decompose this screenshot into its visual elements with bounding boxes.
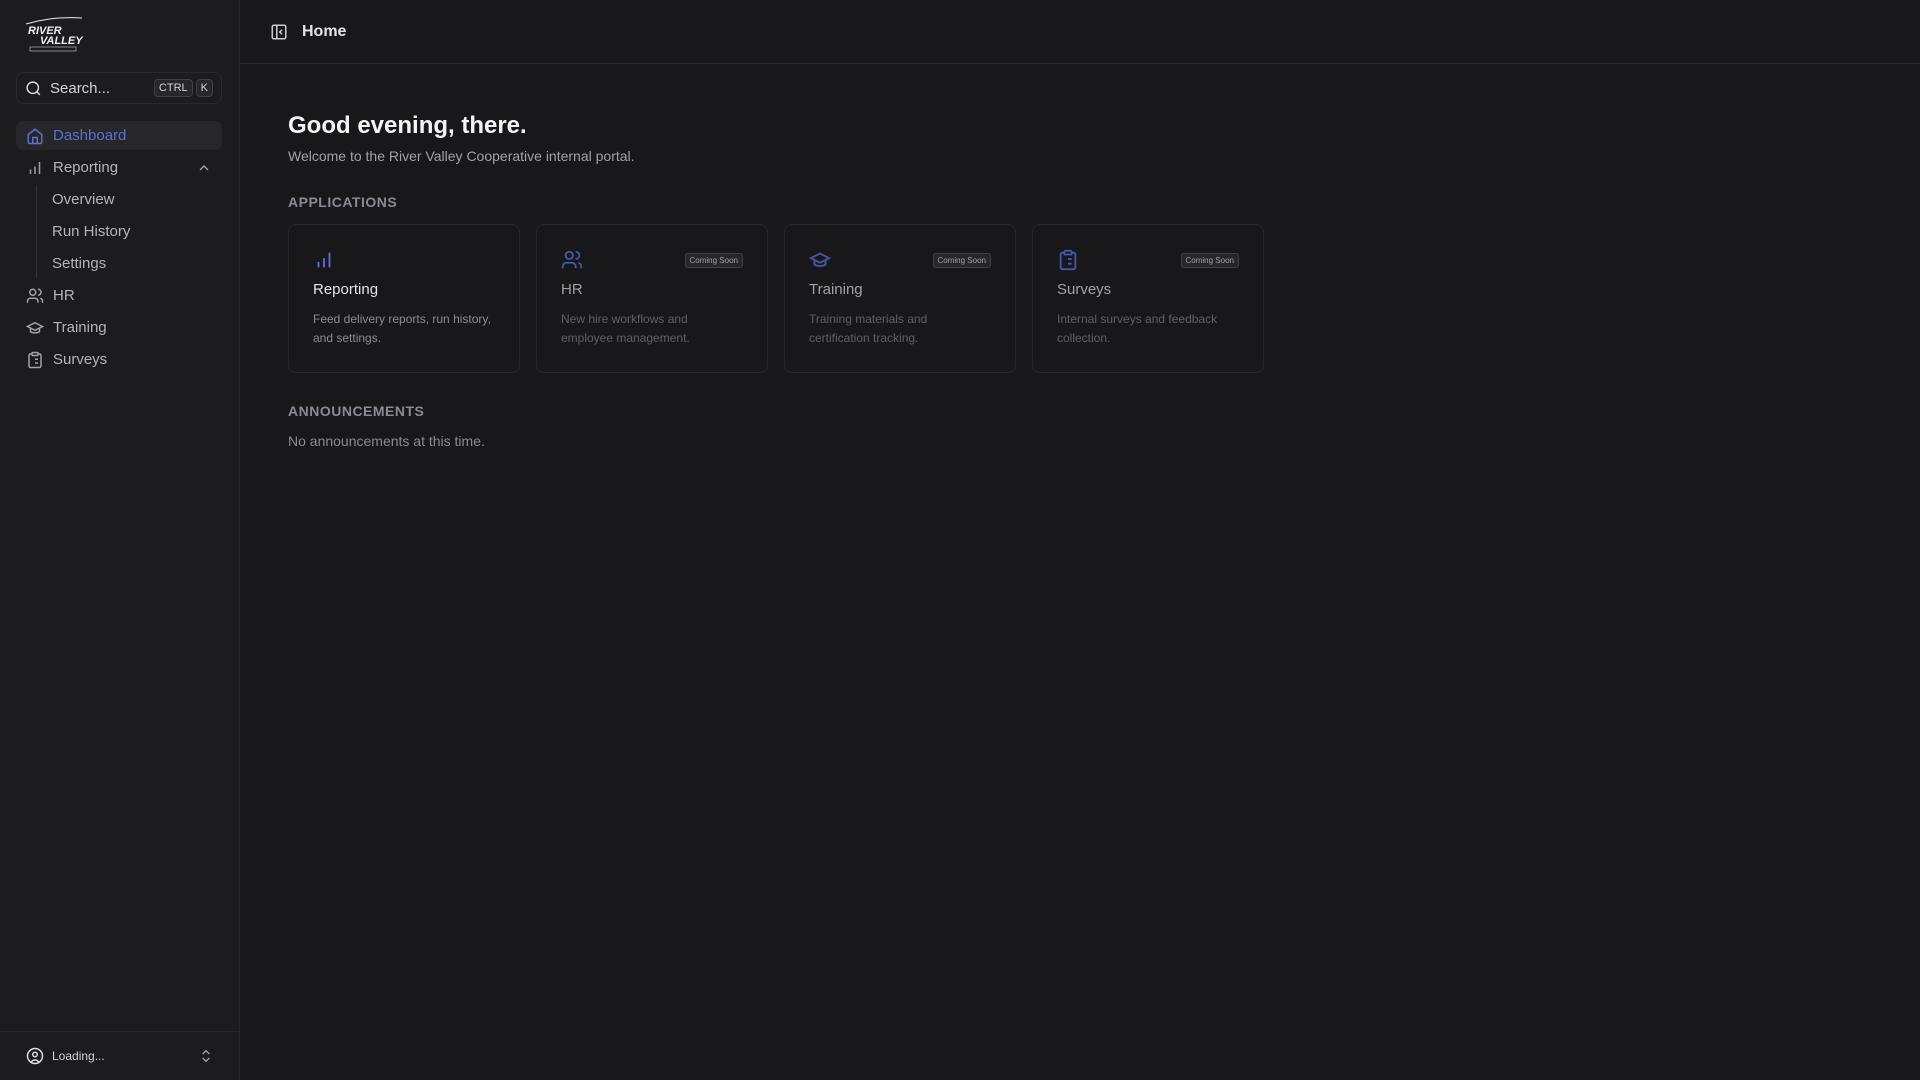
sidebar-item-label: Dashboard [53,127,127,144]
search-button[interactable]: Search... CTRL K [16,72,222,104]
coming-soon-badge: Coming Soon [932,253,991,268]
sidebar-item-label: Surveys [53,351,108,368]
ctrl-key: CTRL [153,79,193,97]
home-icon [27,127,43,144]
sidebar-item-training[interactable]: Training [16,313,222,342]
sidebar-item-surveys[interactable]: Surveys [16,345,222,374]
sidebar-nav: Dashboard Reporting Overview Run History… [16,121,222,377]
users-icon [26,288,44,303]
applications-grid: Reporting Feed delivery reports, run his… [288,224,1264,373]
app-card-description: New hire workflows and employee manageme… [561,312,690,345]
sidebar-item-label: HR [53,287,75,304]
sidebar-item-reporting[interactable]: Reporting [16,153,222,182]
graduation-cap-icon [26,321,44,334]
users-icon [561,250,583,269]
app-card-surveys: Coming Soon Surveys Internal surveys and… [1032,224,1264,373]
announcements-heading: ANNOUNCEMENTS [288,403,425,419]
user-menu[interactable]: Loading... [0,1031,240,1080]
sidebar-item-overview[interactable]: Overview [52,185,222,214]
sidebar-item-label: Run History [52,223,131,240]
page-title: Home [302,22,347,40]
sidebar-item-label: Reporting [53,159,119,176]
river-valley-logo[interactable]: RIVER VALLEY [22,12,86,52]
sidebar-item-run-history[interactable]: Run History [52,217,222,246]
graduation-cap-icon [809,252,831,267]
app-card-title: HR [561,281,583,298]
sidebar-toggle-icon[interactable] [270,23,288,41]
greeting: Good evening, there. [288,112,527,139]
app-card-title: Surveys [1057,281,1112,298]
sidebar-item-label: Overview [52,191,115,208]
reporting-submenu: Overview Run History Settings [36,185,222,278]
chevron-up-icon[interactable] [196,160,212,176]
svg-text:VALLEY: VALLEY [40,35,84,47]
sidebar-item-settings[interactable]: Settings [52,249,222,278]
applications-heading: APPLICATIONS [288,194,398,210]
coming-soon-badge: Coming Soon [1180,253,1239,268]
app-card-hr: Coming Soon HR New hire workflows and em… [536,224,768,373]
clipboard-list-icon [28,351,42,368]
app-card-title: Reporting [313,281,379,298]
app-card-title: Training [809,281,863,298]
sidebar: RIVER VALLEY Search... CTRL K Dashboard Re… [0,0,240,1080]
sidebar-item-hr[interactable]: HR [16,281,222,310]
sidebar-item-label: Settings [52,255,107,272]
coming-soon-badge: Coming Soon [684,253,743,268]
user-circle-icon [26,1047,44,1065]
no-announcements-text: No announcements at this time. [288,433,485,449]
welcome-text: Welcome to the River Valley Cooperative … [288,148,635,164]
chevrons-up-down-icon [202,1049,210,1063]
k-key: K [195,79,213,97]
app-card-description: Internal surveys and feedback collection… [1057,312,1218,345]
app-card-description: Feed delivery reports, run history, and … [313,312,491,345]
top-header: Home [240,0,1920,64]
sidebar-item-dashboard[interactable]: Dashboard [16,121,222,150]
app-card-training: Coming Soon Training Training materials … [784,224,1016,373]
user-status: Loading... [52,1049,105,1063]
bar-chart-icon [29,161,41,174]
main-content: Good evening, there. Welcome to the Rive… [288,112,1264,449]
search-icon [26,80,41,95]
bar-chart-icon [317,252,331,268]
sidebar-item-label: Training [53,319,107,336]
app-card-description: Training materials and certification tra… [809,312,928,345]
clipboard-list-icon [1059,249,1077,271]
app-card-reporting[interactable]: Reporting Feed delivery reports, run his… [288,224,520,373]
search-placeholder: Search... [50,79,111,97]
